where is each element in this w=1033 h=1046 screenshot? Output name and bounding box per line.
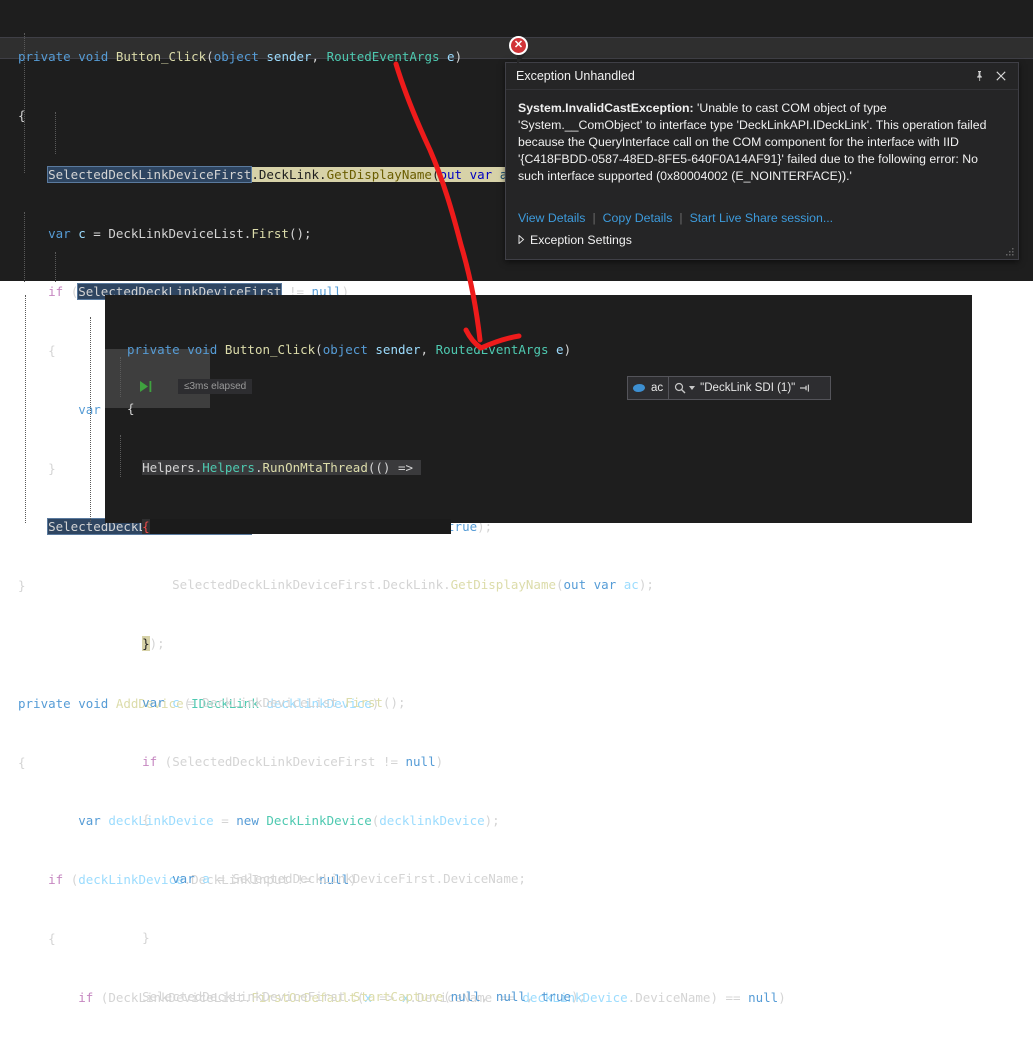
copy-details-link[interactable]: Copy Details bbox=[603, 211, 673, 225]
code-line: if (SelectedDeckLinkDeviceFirst != null) bbox=[127, 752, 654, 772]
symbol-reference-highlight: SelectedDeckLinkDeviceFirst bbox=[48, 167, 251, 182]
exception-settings-expander[interactable]: Exception Settings bbox=[518, 233, 632, 247]
code-line: }); bbox=[127, 634, 654, 654]
exception-settings-label: Exception Settings bbox=[530, 233, 632, 247]
code-line: SelectedDeckLinkDeviceFirst.DeckLink.Get… bbox=[127, 575, 654, 595]
view-details-link[interactable]: View Details bbox=[518, 211, 585, 225]
code-highlight-box: Helpers.Helpers.RunOnMtaThread(() => bbox=[142, 460, 420, 475]
pin-icon[interactable] bbox=[968, 66, 990, 86]
elapsed-time-adornment: ≤3ms elapsed bbox=[178, 379, 252, 394]
error-circle-x-icon[interactable]: ✕ bbox=[509, 36, 528, 55]
code-line: { bbox=[127, 399, 654, 419]
current-brace-highlight: } bbox=[142, 636, 150, 651]
code-line: var c = DeckLinkDeviceList.First(); bbox=[127, 693, 654, 713]
close-icon[interactable] bbox=[990, 66, 1012, 86]
code-highlight-box bbox=[150, 519, 451, 534]
chevron-right-icon bbox=[518, 233, 525, 247]
chevron-down-icon[interactable] bbox=[689, 386, 695, 390]
step-into-icon[interactable] bbox=[139, 380, 153, 393]
code-line: SelectedDeckLinkDeviceFirst.StartCapture… bbox=[127, 987, 654, 1007]
datatip-variable-name: ac bbox=[651, 382, 663, 394]
code-line: Helpers.Helpers.RunOnMtaThread(() => bbox=[127, 458, 654, 478]
magnifier-icon[interactable] bbox=[674, 382, 686, 394]
indent-guide bbox=[120, 357, 121, 397]
indent-guide bbox=[25, 295, 26, 523]
exception-action-links: View Details | Copy Details | Start Live… bbox=[518, 211, 833, 225]
bottom-code-editor[interactable]: private void Button_Click(object sender,… bbox=[105, 295, 972, 523]
unmatched-brace: { bbox=[142, 519, 150, 534]
debugger-datatip[interactable]: ac "DeckLink SDI (1)" bbox=[627, 376, 831, 400]
datatip-value-cell: "DeckLink SDI (1)" bbox=[669, 377, 816, 399]
pin-to-source-icon[interactable] bbox=[799, 382, 811, 394]
link-separator: | bbox=[679, 211, 682, 225]
resize-grip-icon[interactable] bbox=[1003, 245, 1015, 257]
datatip-value: "DeckLink SDI (1)" bbox=[700, 382, 795, 394]
datatip-variable: ac bbox=[628, 377, 668, 399]
exception-popup-title: Exception Unhandled bbox=[516, 69, 968, 83]
code-line: { bbox=[127, 810, 654, 830]
exception-unhandled-popup[interactable]: Exception Unhandled System.InvalidCastEx… bbox=[505, 62, 1019, 260]
code-line: var a = SelectedDeckLinkDeviceFirst.Devi… bbox=[127, 869, 654, 889]
code-line: { bbox=[127, 517, 654, 537]
local-variable-icon bbox=[633, 383, 646, 394]
code-line: } bbox=[127, 928, 654, 948]
code-line: private void Button_Click(object sender,… bbox=[127, 340, 654, 360]
start-live-share-link[interactable]: Start Live Share session... bbox=[690, 211, 834, 225]
exception-popup-header: Exception Unhandled bbox=[506, 63, 1018, 90]
current-statement-highlight: .DeckLink.GetDisplayName(out var ac); bbox=[251, 167, 530, 182]
indent-guide bbox=[90, 317, 91, 523]
exception-type: System.InvalidCastException: bbox=[518, 101, 694, 115]
indent-guide bbox=[120, 435, 121, 477]
link-separator: | bbox=[592, 211, 595, 225]
exception-message-body: System.InvalidCastException: 'Unable to … bbox=[506, 90, 1018, 185]
